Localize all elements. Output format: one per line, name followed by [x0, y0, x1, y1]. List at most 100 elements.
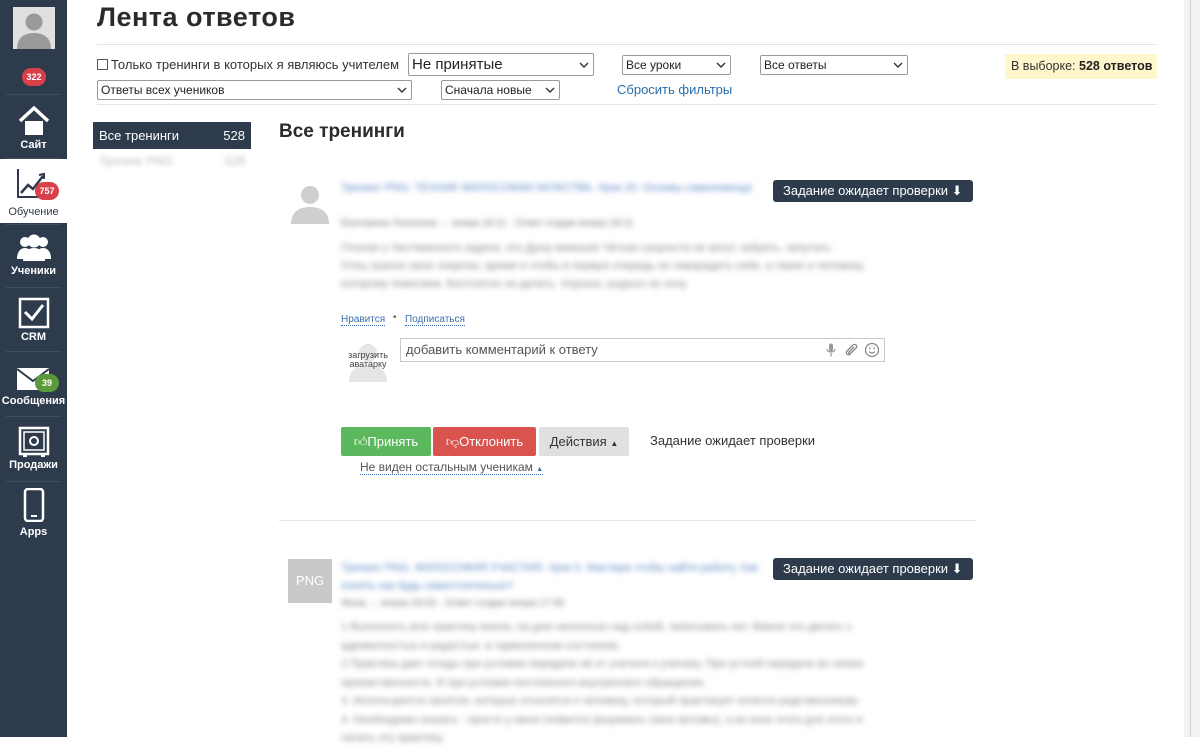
filters-divider	[97, 104, 1157, 105]
lessons-filter-value: Все уроки	[626, 58, 682, 72]
chevron-down-icon	[716, 62, 726, 68]
selection-count-value: 528 ответов	[1079, 59, 1153, 73]
sidebar-item-sales[interactable]: Продажи	[0, 417, 67, 480]
visibility-toggle[interactable]: Не виден остальным ученикам ▲	[360, 460, 544, 475]
chevron-down-icon	[397, 87, 407, 93]
checkbox-label: Только тренинги в которых я являюсь учит…	[111, 57, 400, 72]
actions-dropdown-button[interactable]: Действия ▲	[539, 427, 629, 456]
answer-text-line: 4. Необходимо сказать - просто у меня по…	[341, 713, 863, 726]
answer-text-line: начать эту практику.	[341, 732, 445, 744]
status-button[interactable]: Задание ожидает проверки ⬇	[773, 180, 973, 202]
answer-text-line: 2 Практика дает плоды при условии переда…	[341, 658, 864, 670]
sidebar-item-label: Продажи	[9, 459, 58, 471]
checkbox-icon	[18, 297, 50, 329]
selection-prefix: В выборке:	[1011, 59, 1076, 73]
chevron-down-icon	[579, 62, 589, 68]
upload-avatar-label: загрузить аватарку	[348, 350, 388, 369]
reject-button[interactable]: 👎︎Отклонить	[433, 427, 536, 456]
subscribe-link[interactable]: Подписаться	[405, 314, 465, 326]
sidebar-item-label: Сайт	[20, 139, 47, 151]
sidebar-item-students[interactable]: Ученики	[0, 225, 67, 287]
notifications-badge[interactable]: 322	[22, 68, 46, 86]
actions-label: Действия	[549, 434, 607, 449]
sidebar-item-label: Сообщения	[1, 395, 66, 407]
answer-status-text: Задание ожидает проверки	[650, 433, 816, 448]
learning-badge: 757	[35, 182, 59, 200]
answer-title[interactable]: Тренинг PNG. ТЕХНИК ФИЛОСОФИИ МУЖСТВА. У…	[341, 181, 761, 196]
student-avatar[interactable]	[288, 180, 332, 224]
lessons-filter-select[interactable]: Все уроки	[622, 55, 731, 75]
students-filter-value: Ответы всех учеников	[101, 83, 225, 97]
messages-badge: 39	[35, 374, 59, 392]
microphone-icon[interactable]	[826, 343, 836, 357]
status-filter-value: Не принятые	[412, 56, 503, 73]
answer-title-text: Тренинг PNG. ФИЛОСОФИЯ УЧАСТИЯ. Урок 5. …	[341, 562, 758, 592]
paperclip-icon[interactable]	[844, 343, 858, 357]
sidebar-item-label: Обучение	[8, 206, 59, 218]
smiley-icon[interactable]	[864, 342, 880, 358]
upload-avatar[interactable]: загрузить аватарку	[343, 338, 393, 382]
answers-filter-select[interactable]: Все ответы	[760, 55, 908, 75]
training-item-all[interactable]: Все тренинги 528	[93, 122, 251, 149]
selection-count-badge: В выборке: 528 ответов	[1005, 54, 1157, 79]
left-sidebar: 322 Сайт 757 Обучение Ученики CRM 39 Соо…	[0, 0, 67, 737]
answer-text-line: которому помогаем. Бесплатно не делать. …	[341, 278, 688, 290]
answer-title[interactable]: Тренинг PNG. ФИЛОСОФИЯ УЧАСТИЯ. Урок 5. …	[341, 559, 761, 595]
training-item-png[interactable]: Тренинг PNG 528	[93, 150, 251, 172]
section-title: Все тренинги	[279, 121, 405, 142]
status-button[interactable]: Задание ожидает проверки ⬇	[773, 558, 973, 580]
status-filter-select[interactable]: Не принятые	[408, 53, 594, 76]
answer-divider	[279, 520, 976, 521]
training-thumbnail[interactable]: PNG	[288, 559, 332, 603]
answer-text-line: 3. Используются занятия, которые относят…	[341, 695, 860, 707]
answer-text-line: преемственности. И при условии постоянно…	[341, 676, 706, 689]
group-icon	[17, 234, 51, 261]
safe-icon	[18, 426, 50, 457]
sort-select[interactable]: Сначала новые	[441, 80, 560, 100]
accept-label: Принять	[367, 434, 419, 449]
training-item-count: 528	[224, 154, 245, 168]
sidebar-item-label: Apps	[19, 526, 48, 538]
user-avatar[interactable]	[13, 7, 55, 49]
caret-up-icon: ▲	[610, 439, 619, 448]
training-item-label: Все тренинги	[99, 128, 180, 143]
chevron-down-icon	[545, 87, 555, 93]
answer-text-line: 1 Выполнить всю практику жизни, на дню н…	[341, 621, 852, 633]
accept-button[interactable]: 👍︎Принять	[341, 427, 431, 456]
training-item-label: Тренинг PNG	[99, 154, 173, 168]
sidebar-item-site[interactable]: Сайт	[0, 95, 67, 157]
sort-value: Сначала новые	[445, 83, 532, 97]
sidebar-item-learning[interactable]: 757 Обучение	[0, 159, 67, 223]
page-title: Лента ответов	[97, 2, 296, 32]
thumbs-up-icon: 👍︎	[353, 434, 368, 449]
checkbox-box[interactable]	[97, 59, 108, 70]
sidebar-item-crm[interactable]: CRM	[0, 288, 67, 350]
header-divider	[97, 44, 1157, 45]
user-silhouette-icon	[13, 7, 55, 49]
comment-placeholder: добавить комментарий к ответу	[406, 342, 598, 357]
comment-input[interactable]: добавить комментарий к ответу	[400, 338, 885, 362]
training-item-count: 528	[223, 128, 245, 143]
answer-text: 1 Выполнить всю практику жизни, на дню н…	[341, 618, 966, 748]
answer-title-text: Тренинг PNG. ТЕХНИК ФИЛОСОФИИ МУЖСТВА. У…	[341, 182, 753, 194]
chevron-down-icon	[893, 62, 903, 68]
answer-author: Жиза → вчера 18:03 · Ответ создан вчера …	[341, 598, 565, 609]
thumbs-down-icon: 👎︎	[445, 434, 460, 449]
answer-text-line: Плохая у Чистяменкого задача, это Душу в…	[341, 242, 834, 254]
caret-up-icon: ▲	[536, 466, 544, 473]
only-my-trainings-checkbox[interactable]: Только тренинги в которых я являюсь учит…	[97, 57, 399, 72]
sidebar-item-label: CRM	[20, 331, 47, 343]
home-icon	[18, 106, 50, 135]
right-scroll-strip[interactable]	[1184, 0, 1200, 737]
sidebar-item-messages[interactable]: 39 Сообщения	[0, 352, 67, 415]
answers-filter-value: Все ответы	[764, 58, 827, 72]
answer-text-line: Отец трапни свою энергию, время и чтобы …	[341, 260, 865, 272]
like-link[interactable]: Нравится	[341, 314, 386, 326]
visibility-label: Не виден остальным ученикам	[360, 460, 533, 474]
phone-icon	[23, 488, 45, 522]
students-filter-select[interactable]: Ответы всех учеников	[97, 80, 412, 100]
reset-filters-link[interactable]: Сбросить фильтры	[617, 82, 732, 97]
sidebar-item-apps[interactable]: Apps	[0, 482, 67, 542]
answer-text: Плохая у Чистяменкого задача, это Душу в…	[341, 239, 961, 293]
answer-text-line: адекватностью и радостью, в гармоничном …	[341, 639, 621, 652]
